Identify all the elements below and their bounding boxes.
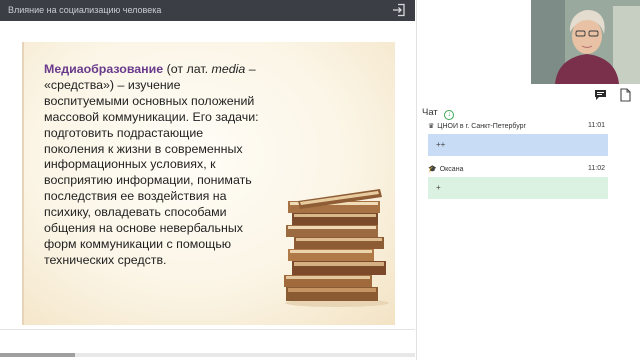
presentation-stage: Медиаобразование (от лат. media – «средс…: [0, 21, 415, 329]
chat-title: Чат: [422, 107, 438, 118]
slide-latin-word: media: [211, 62, 246, 76]
exit-icon[interactable]: [392, 3, 406, 17]
slide-term: Медиаобразование: [44, 62, 164, 76]
message-bubble: ++: [428, 134, 608, 156]
message-author: Оксана: [439, 166, 464, 173]
title-bar: Влияние на социализацию человека: [0, 0, 415, 21]
graduation-cap-icon: 🎓: [428, 166, 437, 173]
chat-message: ♛ ЦНОИ в г. Санкт-Петербург 11:01 ++: [428, 122, 608, 156]
right-panel: Чат ↓ ♛ ЦНОИ в г. Санкт-Петербург 11:01 +…: [416, 0, 640, 360]
slide-text: Медиаобразование (от лат. media – «средс…: [44, 62, 266, 269]
crown-icon: ♛: [428, 123, 435, 130]
document-icon[interactable]: [620, 88, 631, 102]
message-author: ЦНОИ в г. Санкт-Петербург: [437, 123, 527, 130]
chat-header: Чат ↓: [422, 107, 455, 120]
download-icon[interactable]: ↓: [444, 110, 455, 120]
slide-text-part-2: – «средства») – изучение воспитуемыми ос…: [44, 62, 259, 267]
progress-fill: [0, 353, 75, 357]
books-image: [284, 189, 389, 307]
presenter-video: [531, 0, 640, 84]
message-bubble: +: [428, 177, 608, 199]
chat-icon[interactable]: [595, 90, 606, 100]
progress-bar[interactable]: [0, 353, 415, 357]
message-time: 11:02: [588, 165, 605, 172]
message-time: 11:01: [588, 122, 605, 129]
chat-message: 🎓 Оксана 11:02 +: [428, 165, 608, 199]
slide-text-part-1: (от лат.: [163, 62, 212, 76]
chat-toolbar: [593, 87, 640, 103]
presentation-title: Влияние на социализацию человека: [8, 5, 162, 15]
webinar-app: Влияние на социализацию человека Медиаоб…: [0, 0, 640, 360]
